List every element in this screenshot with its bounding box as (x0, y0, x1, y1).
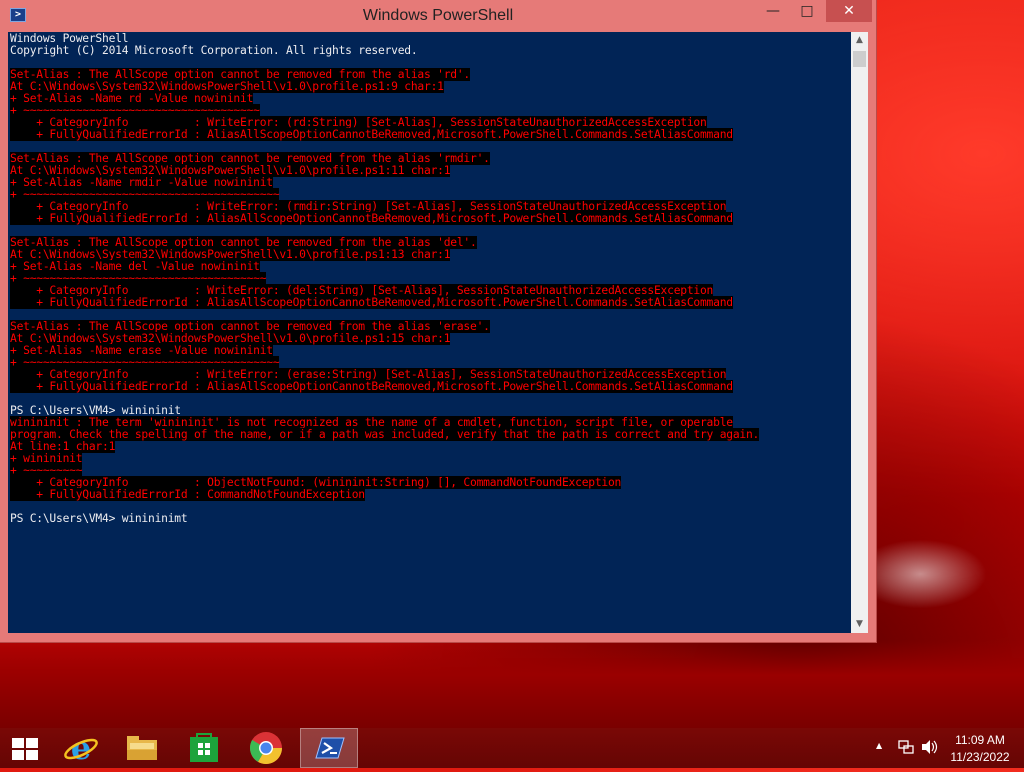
wallpaper-highlight (876, 520, 1024, 610)
console-line: At C:\Windows\System32\WindowsPowerShell… (10, 248, 851, 261)
store-icon[interactable] (175, 728, 233, 768)
console-line: PS C:\Users\VM4> winininit (10, 404, 851, 417)
console-line: + FullyQualifiedErrorId : AliasAllScopeO… (10, 212, 851, 225)
console-line-text: + FullyQualifiedErrorId : AliasAllScopeO… (10, 380, 733, 393)
console-lines: Windows PowerShell Copyright (C) 2014 Mic… (8, 32, 851, 525)
chrome-icon[interactable] (237, 728, 295, 768)
title-bar[interactable]: > Windows PowerShell — □ ✕ (0, 0, 876, 32)
windows-start-icon[interactable] (12, 738, 38, 760)
console-line: + ~~~~~~~~~~~~~~~~~~~~~~~~~~~~~~~~~~~~~ (10, 272, 851, 285)
clock-date[interactable]: 11/23/2022 (935, 750, 1024, 764)
internet-explorer-icon[interactable]: e (52, 728, 110, 768)
console-line-text: + FullyQualifiedErrorId : AliasAllScopeO… (10, 296, 733, 309)
console-line: Windows PowerShell (10, 32, 851, 45)
console-line: program. Check the spelling of the name,… (10, 428, 851, 441)
show-hidden-icons-icon[interactable]: ▲ (876, 741, 882, 750)
console-line: At line:1 char:1 (10, 440, 851, 453)
file-explorer-icon[interactable] (113, 728, 171, 768)
console-line: Copyright (C) 2014 Microsoft Corporation… (10, 44, 851, 57)
console-line: winininit : The term 'winininit' is not … (10, 416, 851, 429)
console-line: Set-Alias : The AllScope option cannot b… (10, 152, 851, 165)
minimize-button[interactable]: — (756, 0, 790, 22)
scroll-thumb[interactable] (853, 51, 866, 67)
taskbar: e ▲ 11:09 AM 11/23/2022 (0, 728, 1024, 768)
console-line: + FullyQualifiedErrorId : CommandNotFoun… (10, 488, 851, 501)
scroll-down-arrow-icon[interactable]: ▼ (851, 616, 868, 633)
wallpaper-shadow (0, 640, 1024, 728)
console-line: + ~~~~~~~~~~~~~~~~~~~~~~~~~~~~~~~~~~~~~~… (10, 356, 851, 369)
console-line: + Set-Alias -Name rmdir -Value nowininit (10, 176, 851, 189)
console-line: + FullyQualifiedErrorId : AliasAllScopeO… (10, 380, 851, 393)
console-line: At C:\Windows\System32\WindowsPowerShell… (10, 332, 851, 345)
console-line: Set-Alias : The AllScope option cannot b… (10, 68, 851, 81)
console-line: Set-Alias : The AllScope option cannot b… (10, 320, 851, 333)
console-line: + CategoryInfo : WriteError: (rd:String)… (10, 116, 851, 129)
vertical-scrollbar[interactable]: ▲ ▼ (851, 32, 868, 633)
network-icon[interactable] (898, 739, 914, 758)
maximize-button[interactable]: □ (790, 0, 824, 22)
console-line-text: + FullyQualifiedErrorId : CommandNotFoun… (10, 488, 365, 501)
console-line: PS C:\Users\VM4> winininimt (10, 512, 851, 525)
console-line: + ~~~~~~~~~~~~~~~~~~~~~~~~~~~~~~~~~~~~~~… (10, 188, 851, 201)
console-line: + CategoryInfo : ObjectNotFound: (winini… (10, 476, 851, 489)
console-line: + ~~~~~~~~~~~~~~~~~~~~~~~~~~~~~~~~~~~~ (10, 104, 851, 117)
console-line: + winininit (10, 452, 851, 465)
console-line: + ~~~~~~~~~ (10, 464, 851, 477)
powershell-taskbar-icon[interactable] (300, 728, 358, 768)
scroll-up-arrow-icon[interactable]: ▲ (851, 32, 868, 49)
console-line: + CategoryInfo : WriteError: (rmdir:Stri… (10, 200, 851, 213)
console-line-text: program. Check the spelling of the name,… (10, 428, 760, 441)
console-line: + CategoryInfo : WriteError: (erase:Stri… (10, 368, 851, 381)
console-line-text: PS C:\Users\VM4> winininimt (10, 512, 188, 525)
console-line: + Set-Alias -Name rd -Value nowininit (10, 92, 851, 105)
clock-time[interactable]: 11:09 AM (935, 733, 1024, 747)
console-line: + CategoryInfo : WriteError: (del:String… (10, 284, 851, 297)
svg-text:e: e (71, 729, 91, 767)
console-line-text: + FullyQualifiedErrorId : AliasAllScopeO… (10, 212, 733, 225)
console-line: + FullyQualifiedErrorId : AliasAllScopeO… (10, 296, 851, 309)
console-line-text: Copyright (C) 2014 Microsoft Corporation… (10, 44, 418, 57)
console-line: + Set-Alias -Name del -Value nowininit (10, 260, 851, 273)
console-line: + FullyQualifiedErrorId : AliasAllScopeO… (10, 128, 851, 141)
close-button[interactable]: ✕ (826, 0, 872, 22)
powershell-window[interactable]: > Windows PowerShell — □ ✕ Windows Power… (0, 0, 876, 642)
console-line-text: + FullyQualifiedErrorId : AliasAllScopeO… (10, 128, 733, 141)
window-title: Windows PowerShell (362, 7, 514, 24)
console-line: + Set-Alias -Name erase -Value nowininit (10, 344, 851, 357)
console-line: At C:\Windows\System32\WindowsPowerShell… (10, 164, 851, 177)
console-output[interactable]: Windows PowerShell Copyright (C) 2014 Mic… (8, 32, 851, 633)
console-line: At C:\Windows\System32\WindowsPowerShell… (10, 80, 851, 93)
console-line: Set-Alias : The AllScope option cannot b… (10, 236, 851, 249)
